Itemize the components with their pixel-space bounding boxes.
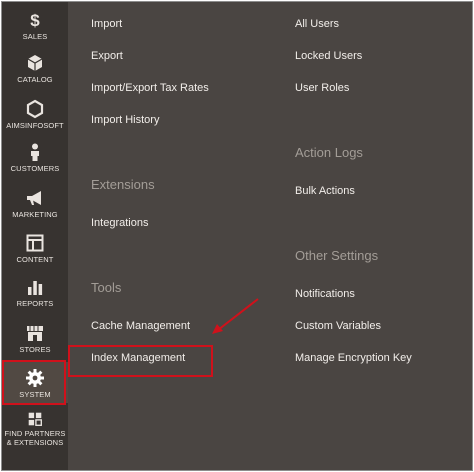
nav-label-marketing: MARKETING	[12, 210, 58, 219]
nav-item-system[interactable]: SYSTEM	[2, 362, 68, 403]
megaphone-icon	[27, 191, 41, 205]
nav-label-customers: CUSTOMERS	[10, 164, 60, 173]
dollar-icon: $	[30, 11, 40, 30]
system-submenu-panel	[68, 2, 472, 470]
nav-item-customers[interactable]: CUSTOMERS	[2, 142, 68, 173]
admin-window: $ SALES CATALOG AIMSINFOSOFT CUSTOMERS M…	[1, 1, 473, 471]
menu-link-manage-encryption-key[interactable]: Manage Encryption Key	[295, 352, 412, 364]
nav-item-content[interactable]: CONTENT	[2, 233, 68, 264]
layout-icon	[26, 234, 44, 252]
menu-link-export[interactable]: Export	[91, 50, 123, 62]
menu-heading-tools: Tools	[91, 280, 122, 295]
nav-item-marketing[interactable]: MARKETING	[2, 188, 68, 219]
menu-link-custom-variables[interactable]: Custom Variables	[295, 320, 381, 332]
nav-item-find-partners[interactable]: FIND PARTNERS & EXTENSIONS	[2, 410, 68, 447]
menu-link-import-history[interactable]: Import History	[91, 114, 159, 126]
nav-item-reports[interactable]: REPORTS	[2, 277, 68, 308]
nav-label-system: SYSTEM	[19, 390, 51, 399]
menu-link-locked-users[interactable]: Locked Users	[295, 50, 362, 62]
nav-item-aimsinfosoft[interactable]: AIMSINFOSOFT	[2, 99, 68, 130]
menu-link-all-users[interactable]: All Users	[295, 18, 339, 30]
hexagon-icon	[26, 99, 44, 119]
nav-label-sales: SALES	[22, 32, 48, 41]
nav-label-content: CONTENT	[16, 255, 54, 264]
menu-link-integrations[interactable]: Integrations	[91, 217, 148, 229]
menu-link-import[interactable]: Import	[91, 18, 122, 30]
person-icon	[31, 143, 39, 161]
menu-heading-other-settings: Other Settings	[295, 248, 379, 263]
nav-label-find-partners-1: FIND PARTNERS	[4, 429, 66, 438]
nav-item-catalog[interactable]: CATALOG	[2, 53, 68, 84]
admin-sidebar: $ SALES CATALOG AIMSINFOSOFT CUSTOMERS M…	[2, 2, 68, 470]
menu-heading-extensions: Extensions	[91, 177, 155, 192]
blocks-icon	[28, 412, 42, 426]
annotation-arrow-icon	[212, 298, 259, 334]
nav-label-aimsinfosoft: AIMSINFOSOFT	[6, 121, 64, 130]
menu-link-import-export-tax-rates[interactable]: Import/Export Tax Rates	[91, 82, 209, 94]
menu-link-bulk-actions[interactable]: Bulk Actions	[295, 185, 355, 197]
bar-chart-icon	[28, 281, 43, 295]
nav-label-reports: REPORTS	[16, 299, 54, 308]
menu-link-user-roles[interactable]: User Roles	[295, 82, 349, 94]
menu-heading-action-logs: Action Logs	[295, 145, 363, 160]
gear-icon	[26, 369, 44, 387]
cube-icon	[27, 55, 43, 71]
nav-item-sales[interactable]: $ SALES	[2, 10, 68, 41]
storefront-icon	[27, 326, 43, 341]
svg-text:$: $	[30, 11, 40, 30]
menu-link-index-management[interactable]: Index Management	[91, 352, 185, 364]
menu-link-notifications[interactable]: Notifications	[295, 288, 355, 300]
menu-link-cache-management[interactable]: Cache Management	[91, 320, 190, 332]
nav-item-stores[interactable]: STORES	[2, 323, 68, 354]
nav-label-stores: STORES	[19, 345, 51, 354]
nav-label-catalog: CATALOG	[17, 75, 53, 84]
nav-label-find-partners-2: & EXTENSIONS	[6, 438, 64, 447]
